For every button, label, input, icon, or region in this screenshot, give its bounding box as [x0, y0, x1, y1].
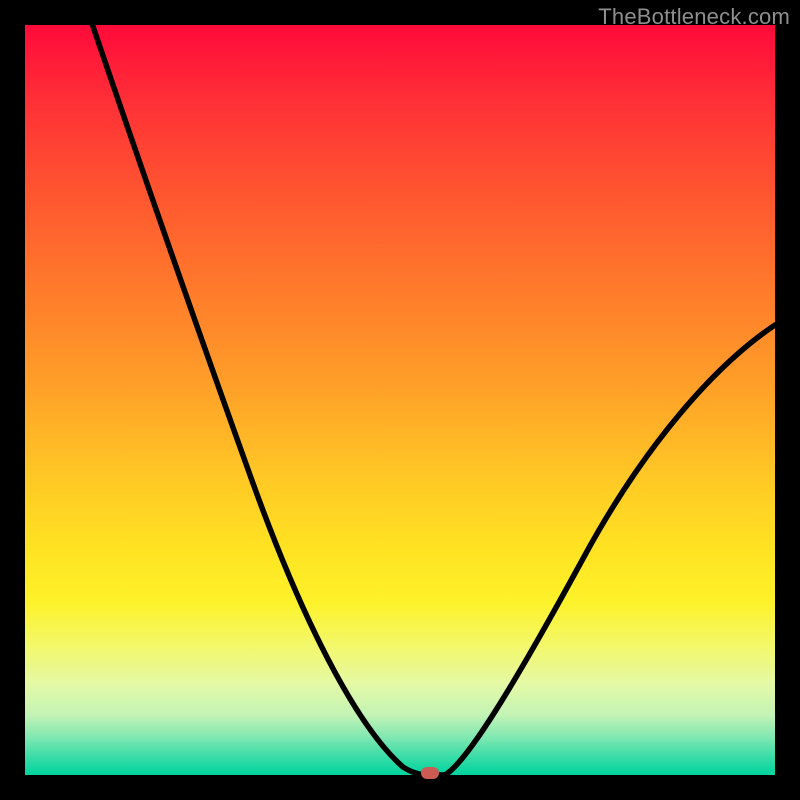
optimum-marker — [421, 767, 439, 779]
bottleneck-curve — [25, 25, 775, 775]
chart-frame: TheBottleneck.com — [0, 0, 800, 800]
watermark-text: TheBottleneck.com — [598, 4, 790, 30]
curve-path — [93, 25, 776, 775]
plot-area — [25, 25, 775, 775]
